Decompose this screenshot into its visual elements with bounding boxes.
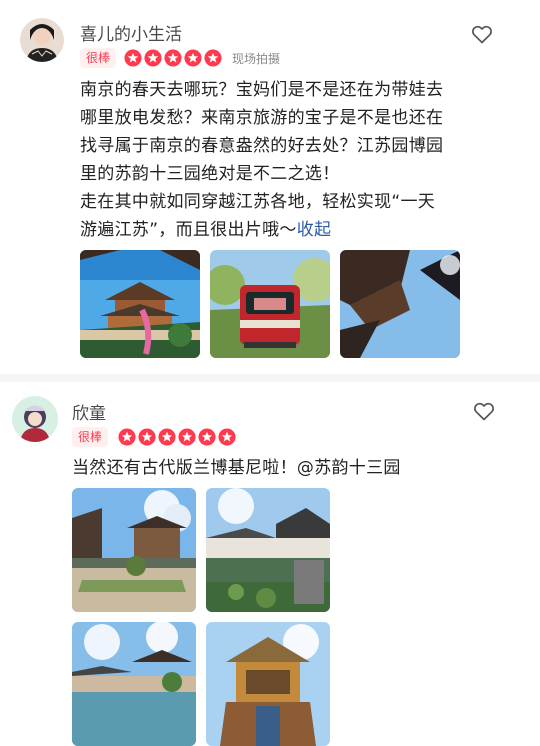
star-filled-icon — [124, 49, 142, 67]
review-text-line: 里的苏韵十三园绝对是不二之选！ — [80, 164, 340, 184]
review-photo[interactable] — [72, 622, 196, 746]
review-photo[interactable] — [206, 622, 330, 746]
review-photo[interactable] — [340, 250, 460, 358]
username[interactable]: 喜儿的小生活 — [80, 20, 182, 45]
review-text-line: 游遍江苏”，而且很出片哦～ — [80, 220, 297, 240]
user-avatar[interactable] — [20, 18, 64, 62]
star-filled-icon — [138, 428, 156, 446]
star-rating — [124, 49, 222, 67]
star-filled-icon — [198, 428, 216, 446]
rating-badge: 很棒 — [72, 427, 109, 447]
review-text: 南京的春天去哪玩？宝妈们是不是还在为带娃去 哪里放电发愁？来南京旅游的宝子是不是… — [80, 76, 500, 244]
star-filled-icon — [178, 428, 196, 446]
star-filled-icon — [118, 428, 136, 446]
star-filled-icon — [144, 49, 162, 67]
star-filled-icon — [184, 49, 202, 67]
heart-outline-icon — [474, 402, 494, 421]
star-filled-icon — [158, 428, 176, 446]
review-text-line: 哪里放电发愁？来南京旅游的宝子是不是也还在 — [80, 108, 444, 128]
username[interactable]: 欣童 — [72, 399, 106, 424]
star-rating — [118, 428, 236, 446]
like-button[interactable] — [470, 22, 494, 46]
review-text: 当然还有古代版兰博基尼啦！@苏韵十三园 — [72, 458, 401, 478]
divider — [0, 374, 540, 382]
star-filled-icon — [164, 49, 182, 67]
star-filled-icon — [218, 428, 236, 446]
star-filled-icon — [204, 49, 222, 67]
review-text-line: 找寻属于南京的春意盎然的好去处？江苏园博园 — [80, 136, 444, 156]
review-photo[interactable] — [72, 488, 196, 612]
user-avatar[interactable] — [12, 396, 58, 442]
review-photo[interactable] — [206, 488, 330, 612]
review-text-line: 走在其中就如同穿越江苏各地，轻松实现“一天 — [80, 192, 436, 212]
review-text-line: 南京的春天去哪玩？宝妈们是不是还在为带娃去 — [80, 80, 444, 100]
review-photo[interactable] — [210, 250, 330, 358]
rating-badge: 很棒 — [80, 48, 117, 68]
heart-outline-icon — [472, 25, 492, 44]
like-button[interactable] — [472, 399, 496, 423]
review-photo[interactable] — [80, 250, 200, 358]
collapse-link[interactable]: 收起 — [297, 220, 332, 240]
photo-tag: 现场拍摄 — [232, 52, 281, 66]
